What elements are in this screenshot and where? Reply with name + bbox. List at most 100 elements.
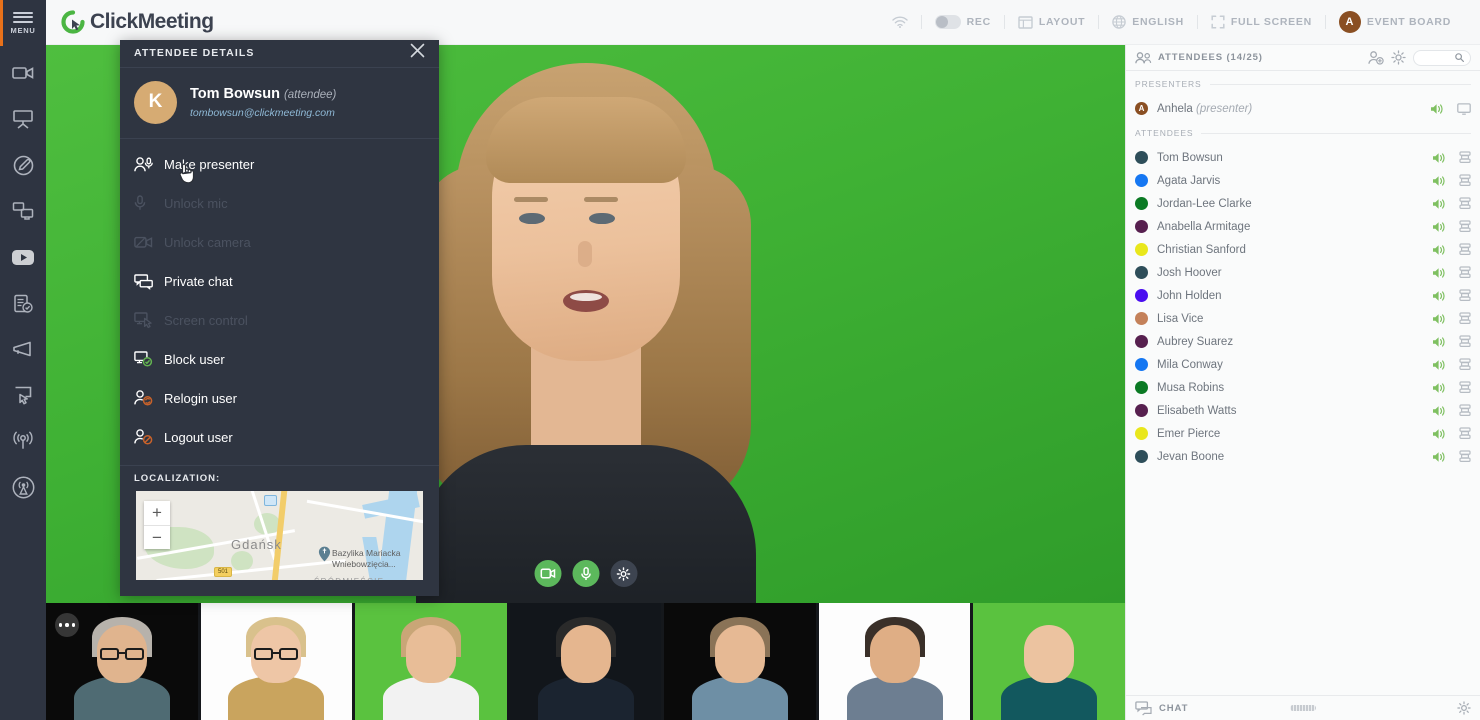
fullscreen-button[interactable]: FULL SCREEN xyxy=(1198,0,1325,45)
camera-locked-icon[interactable] xyxy=(1459,197,1471,210)
camera-locked-icon[interactable] xyxy=(1459,358,1471,371)
rec-toggle-button[interactable]: REC xyxy=(922,0,1004,45)
speaker-on-icon[interactable] xyxy=(1432,221,1446,233)
close-icon[interactable] xyxy=(410,43,425,63)
add-user-icon[interactable] xyxy=(1368,50,1384,65)
camera-locked-icon[interactable] xyxy=(1459,266,1471,279)
logout-user-item[interactable]: Logout user xyxy=(120,418,439,457)
attendee-row[interactable]: Elisabeth Watts xyxy=(1126,399,1480,422)
attendee-row[interactable]: Emer Pierce xyxy=(1126,422,1480,445)
block-user-item[interactable]: Block user xyxy=(120,340,439,379)
speaker-on-icon[interactable] xyxy=(1432,267,1446,279)
speaker-on-icon[interactable] xyxy=(1432,198,1446,210)
speaker-on-icon[interactable] xyxy=(1432,359,1446,371)
settings-button[interactable] xyxy=(610,560,637,587)
attendee-row[interactable]: Tom Bowsun xyxy=(1126,146,1480,169)
sidebar-item-camera[interactable] xyxy=(0,50,46,96)
presenter-row[interactable]: A Anhela (presenter) xyxy=(1126,97,1480,120)
map-district-label: ŚRÓDMIEŚCIE xyxy=(314,577,384,580)
make-presenter-item[interactable]: Make presenter xyxy=(120,145,439,184)
map-zoom-out-button[interactable]: − xyxy=(144,525,170,550)
attendee-row[interactable]: Jordan-Lee Clarke xyxy=(1126,192,1480,215)
sidebar-item-tests[interactable] xyxy=(0,280,46,326)
event-board-button[interactable]: A EVENT BOARD xyxy=(1326,0,1464,45)
sidebar-item-screen-share[interactable] xyxy=(0,188,46,234)
thumbnail-3[interactable] xyxy=(355,603,507,720)
sidebar-item-broadcast[interactable] xyxy=(0,418,46,464)
camera-locked-icon[interactable] xyxy=(1459,151,1471,164)
speaker-on-icon[interactable] xyxy=(1432,451,1446,463)
camera-on-button[interactable] xyxy=(534,560,561,587)
thumbnail-5[interactable] xyxy=(664,603,816,720)
sidebar-item-youtube[interactable] xyxy=(0,234,46,280)
avatar xyxy=(1135,381,1148,394)
mic-on-button[interactable] xyxy=(572,560,599,587)
speaker-on-icon[interactable] xyxy=(1432,152,1446,164)
attendee-row[interactable]: Christian Sanford xyxy=(1126,238,1480,261)
attendee-row[interactable]: John Holden xyxy=(1126,284,1480,307)
thumbnail-6[interactable] xyxy=(818,603,971,720)
speaker-on-icon[interactable] xyxy=(1432,244,1446,256)
search-input[interactable] xyxy=(1413,49,1471,66)
private-chat-item[interactable]: Private chat xyxy=(120,262,439,301)
menu-item-label: Private chat xyxy=(164,273,233,289)
attendee-row[interactable]: Agata Jarvis xyxy=(1126,169,1480,192)
speaker-on-icon[interactable] xyxy=(1432,336,1446,348)
speaker-on-icon[interactable] xyxy=(1432,290,1446,302)
attendee-row[interactable]: Anabella Armitage xyxy=(1126,215,1480,238)
camera-locked-icon[interactable] xyxy=(1459,220,1471,233)
sidebar-item-call-to-action[interactable] xyxy=(0,326,46,372)
speaker-on-icon[interactable] xyxy=(1432,382,1446,394)
thumbnail-options-button[interactable] xyxy=(55,613,79,637)
thumbnail-1[interactable] xyxy=(46,603,198,720)
language-button[interactable]: ENGLISH xyxy=(1099,0,1197,45)
make-presenter-icon xyxy=(134,156,157,172)
row-actions xyxy=(1432,174,1471,187)
connection-status[interactable] xyxy=(879,0,921,45)
speaker-on-icon[interactable] xyxy=(1432,428,1446,440)
attendee-row[interactable]: Josh Hoover xyxy=(1126,261,1480,284)
chat-label: CHAT xyxy=(1159,702,1189,714)
speaker-on-icon[interactable] xyxy=(1432,175,1446,187)
camera-locked-icon[interactable] xyxy=(1459,427,1471,440)
thumbnail-7[interactable] xyxy=(973,603,1126,720)
unlock-camera-icon xyxy=(134,236,157,249)
attendee-row[interactable]: Mila Conway xyxy=(1126,353,1480,376)
monitor-icon[interactable] xyxy=(1457,102,1471,115)
gear-icon[interactable] xyxy=(1391,50,1406,65)
attendee-row[interactable]: Musa Robins xyxy=(1126,376,1480,399)
chat-bar[interactable]: CHAT xyxy=(1126,695,1480,720)
localization-map[interactable]: + − Gdańsk Bazylika Mariacka Wniebowzięc… xyxy=(136,491,423,580)
speaker-on-icon[interactable] xyxy=(1432,405,1446,417)
camera-locked-icon[interactable] xyxy=(1459,289,1471,302)
sidebar-item-presentation[interactable] xyxy=(0,96,46,142)
camera-locked-icon[interactable] xyxy=(1459,404,1471,417)
camera-locked-icon[interactable] xyxy=(1459,335,1471,348)
attendee-row[interactable]: Lisa Vice xyxy=(1126,307,1480,330)
layout-button[interactable]: LAYOUT xyxy=(1005,0,1098,45)
gear-icon[interactable] xyxy=(1457,701,1471,715)
attendees-list: PRESENTERS A Anhela (presenter) ATTENDEES… xyxy=(1126,71,1480,695)
sidebar-item-whiteboard[interactable] xyxy=(0,142,46,188)
thumbnail-2[interactable] xyxy=(200,603,353,720)
camera-locked-icon[interactable] xyxy=(1459,312,1471,325)
youtube-icon xyxy=(12,249,34,265)
speaker-on-icon[interactable] xyxy=(1430,103,1444,115)
camera-locked-icon[interactable] xyxy=(1459,381,1471,394)
camera-locked-icon[interactable] xyxy=(1459,243,1471,256)
speaker-on-icon[interactable] xyxy=(1432,313,1446,325)
presenters-label: PRESENTERS xyxy=(1135,79,1202,89)
attendee-row[interactable]: Jevan Boone xyxy=(1126,445,1480,468)
attendee-row[interactable]: Aubrey Suarez xyxy=(1126,330,1480,353)
app-logo[interactable]: ClickMeeting xyxy=(61,10,214,34)
relogin-user-item[interactable]: Relogin user xyxy=(120,379,439,418)
thumbnail-4[interactable] xyxy=(509,603,662,720)
sidebar-item-streaming[interactable] xyxy=(0,464,46,510)
event-board-label: EVENT BOARD xyxy=(1366,16,1451,28)
camera-locked-icon[interactable] xyxy=(1459,174,1471,187)
sidebar-item-pointer[interactable] xyxy=(0,372,46,418)
menu-button[interactable]: MENU xyxy=(0,0,46,46)
map-zoom-in-button[interactable]: + xyxy=(144,501,170,526)
camera-locked-icon[interactable] xyxy=(1459,450,1471,463)
panel-resize-handle[interactable] xyxy=(1290,705,1316,711)
